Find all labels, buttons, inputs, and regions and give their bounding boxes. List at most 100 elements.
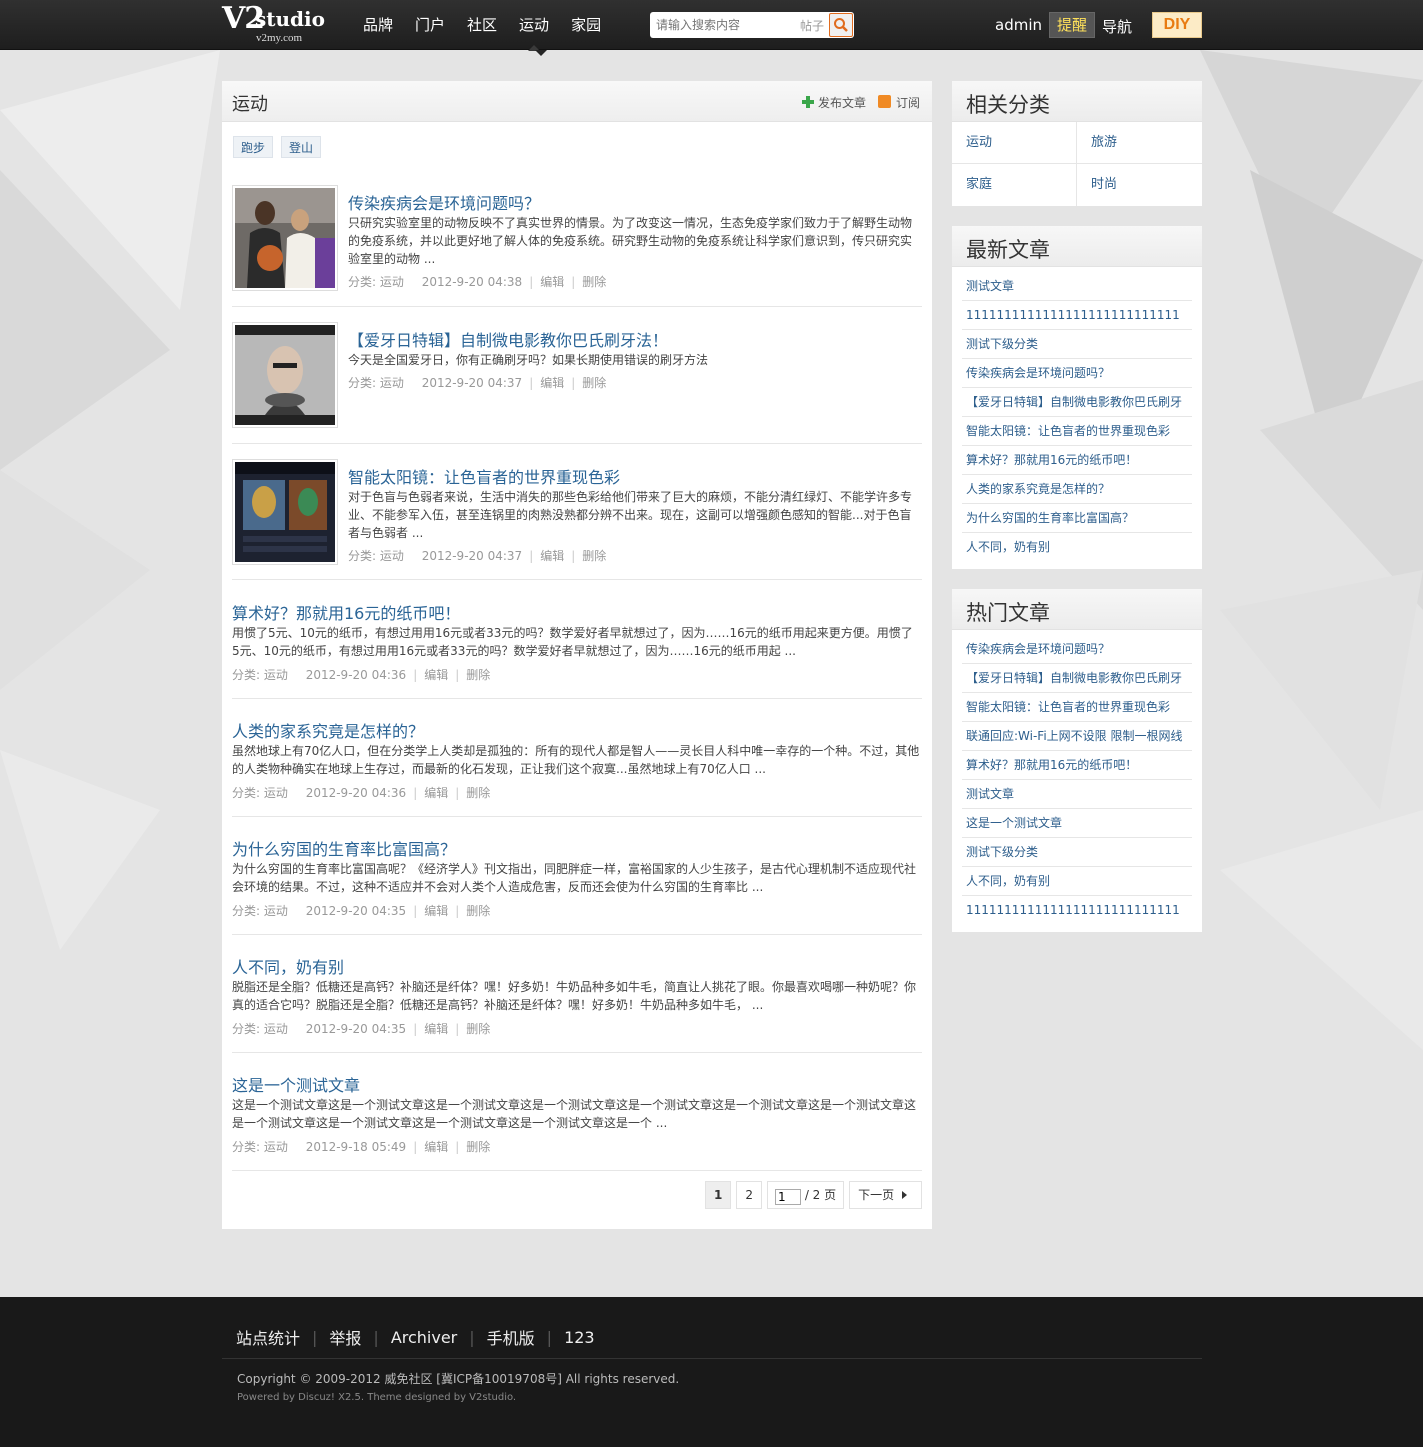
article-thumbnail[interactable] bbox=[232, 322, 338, 428]
article-summary: 脱脂还是全脂？低糖还是高钙？补脑还是纤体？嘿！好多奶！牛奶品种多如牛毛，简直让人… bbox=[232, 980, 917, 1012]
footer-link-stats[interactable]: 站点统计 bbox=[236, 1325, 300, 1349]
nav-item-home[interactable]: 家园 bbox=[560, 0, 612, 50]
guide-link[interactable]: 导航 bbox=[1102, 16, 1132, 37]
tag-running[interactable]: 跑步 bbox=[233, 136, 274, 158]
page-jump-input[interactable] bbox=[775, 1189, 801, 1205]
edit-link[interactable]: 编辑 bbox=[424, 1140, 448, 1154]
article-title[interactable]: 为什么穷国的生育率比富国高？ bbox=[232, 836, 456, 860]
article-category[interactable]: 分类: 运动 bbox=[348, 549, 404, 563]
article-title[interactable]: 【爱牙日特辑】自制微电影教你巴氏刷牙法！ bbox=[348, 327, 668, 351]
nav-item-portal[interactable]: 门户 bbox=[404, 0, 456, 50]
category-link[interactable]: 家庭 bbox=[952, 164, 1077, 206]
page-title: 运动 bbox=[232, 94, 268, 115]
hot-article-link[interactable]: 【爱牙日特辑】自制微电影教你巴氏刷牙 bbox=[962, 664, 1192, 693]
page-2-link[interactable]: 2 bbox=[736, 1181, 762, 1209]
article-thumbnail[interactable] bbox=[232, 459, 338, 565]
delete-link[interactable]: 删除 bbox=[582, 275, 606, 289]
article-title[interactable]: 人不同，奶有别 bbox=[232, 954, 344, 978]
delete-link[interactable]: 删除 bbox=[466, 1140, 490, 1154]
latest-article-link[interactable]: 算术好？那就用16元的纸币吧！ bbox=[962, 446, 1192, 475]
publish-label: 发布文章 bbox=[818, 96, 867, 110]
latest-articles-header: 最新文章 bbox=[952, 226, 1202, 267]
footer-link-archiver[interactable]: Archiver bbox=[391, 1328, 457, 1347]
hot-article-link[interactable]: 人不同，奶有别 bbox=[962, 867, 1192, 896]
footer-powered-by: Powered by Discuz! X2.5. Theme designed … bbox=[237, 1392, 517, 1403]
tag-climbing[interactable]: 登山 bbox=[281, 136, 322, 158]
footer-link-mobile[interactable]: 手机版 bbox=[487, 1325, 535, 1349]
hot-article-link[interactable]: 1111111111111111111111111111 bbox=[962, 896, 1192, 925]
list-item: 为什么穷国的生育率比富国高？ 为什么穷国的生育率比富国高呢？《经济学人》刊文指出… bbox=[232, 832, 922, 935]
latest-article-link[interactable]: 为什么穷国的生育率比富国高？ bbox=[962, 504, 1192, 533]
article-category[interactable]: 分类: 运动 bbox=[348, 275, 404, 289]
article-category[interactable]: 分类: 运动 bbox=[232, 1140, 288, 1154]
hot-article-link[interactable]: 传染疾病会是环境问题吗？ bbox=[962, 635, 1192, 664]
delete-link[interactable]: 删除 bbox=[582, 549, 606, 563]
article-thumbnail[interactable] bbox=[232, 185, 338, 291]
related-categories-grid: 运动 旅游 家庭 时尚 bbox=[952, 122, 1202, 206]
nav-item-community[interactable]: 社区 bbox=[456, 0, 508, 50]
article-title[interactable]: 传染疾病会是环境问题吗？ bbox=[348, 190, 540, 214]
latest-article-link[interactable]: 测试下级分类 bbox=[962, 330, 1192, 359]
related-categories-title: 相关分类 bbox=[966, 93, 1050, 117]
edit-link[interactable]: 编辑 bbox=[540, 549, 564, 563]
latest-article-link[interactable]: 人不同，奶有别 bbox=[962, 533, 1192, 562]
search-input[interactable] bbox=[656, 16, 796, 34]
edit-link[interactable]: 编辑 bbox=[424, 1022, 448, 1036]
edit-link[interactable]: 编辑 bbox=[540, 376, 564, 390]
latest-article-link[interactable]: 智能太阳镜：让色盲者的世界重现色彩 bbox=[962, 417, 1192, 446]
delete-link[interactable]: 删除 bbox=[466, 1022, 490, 1036]
nav-item-sports[interactable]: 运动 bbox=[508, 0, 560, 51]
delete-link[interactable]: 删除 bbox=[582, 376, 606, 390]
article-title[interactable]: 这是一个测试文章 bbox=[232, 1072, 360, 1096]
article-category[interactable]: 分类: 运动 bbox=[232, 668, 288, 682]
user-link[interactable]: admin bbox=[995, 16, 1042, 34]
article-category[interactable]: 分类: 运动 bbox=[232, 786, 288, 800]
site-logo[interactable]: V2 studio v2my.com bbox=[222, 1, 325, 47]
hot-article-link[interactable]: 测试下级分类 bbox=[962, 838, 1192, 867]
latest-article-link[interactable]: 【爱牙日特辑】自制微电影教你巴氏刷牙 bbox=[962, 388, 1192, 417]
hot-article-link[interactable]: 联通回应:Wi-Fi上网不设限 限制一根网线 bbox=[962, 722, 1192, 751]
search-type-select[interactable]: 帖子 bbox=[800, 17, 824, 34]
diy-button[interactable]: DIY bbox=[1152, 12, 1202, 38]
next-page-button[interactable]: 下一页 bbox=[849, 1181, 923, 1209]
latest-article-link[interactable]: 人类的家系究竟是怎样的？ bbox=[962, 475, 1192, 504]
hot-article-link[interactable]: 智能太阳镜：让色盲者的世界重现色彩 bbox=[962, 693, 1192, 722]
article-category[interactable]: 分类: 运动 bbox=[348, 376, 404, 390]
edit-link[interactable]: 编辑 bbox=[424, 668, 448, 682]
delete-link[interactable]: 删除 bbox=[466, 786, 490, 800]
article-meta: 分类: 运动 2012-9-20 04:35 | 编辑 | 删除 bbox=[232, 1022, 491, 1036]
hot-article-link[interactable]: 算术好？那就用16元的纸币吧！ bbox=[962, 751, 1192, 780]
latest-article-link[interactable]: 传染疾病会是环境问题吗？ bbox=[962, 359, 1192, 388]
footer-link-123[interactable]: 123 bbox=[564, 1328, 595, 1347]
delete-link[interactable]: 删除 bbox=[466, 904, 490, 918]
article-category[interactable]: 分类: 运动 bbox=[232, 1022, 288, 1036]
footer-divider: | bbox=[312, 1327, 318, 1347]
article-summary: 对于色盲与色弱者来说，生活中消失的那些色彩给他们带来了巨大的麻烦，不能分清红绿灯… bbox=[348, 490, 913, 540]
footer-link-report[interactable]: 举报 bbox=[329, 1325, 361, 1349]
article-title[interactable]: 算术好？那就用16元的纸币吧！ bbox=[232, 600, 460, 624]
remind-button[interactable]: 提醒 bbox=[1049, 12, 1095, 38]
category-link[interactable]: 运动 bbox=[952, 122, 1077, 164]
edit-link[interactable]: 编辑 bbox=[540, 275, 564, 289]
list-item: 【爱牙日特辑】自制微电影教你巴氏刷牙法！ 今天是全国爱牙日，你有正确刷牙吗？如果… bbox=[232, 322, 922, 444]
nav-item-brand[interactable]: 品牌 bbox=[352, 0, 404, 50]
latest-article-link[interactable]: 测试文章 bbox=[962, 272, 1192, 301]
page-jump: / 2 页 bbox=[767, 1181, 845, 1209]
article-category[interactable]: 分类: 运动 bbox=[232, 904, 288, 918]
delete-link[interactable]: 删除 bbox=[466, 668, 490, 682]
category-link[interactable]: 时尚 bbox=[1077, 164, 1202, 206]
subscribe-link[interactable]: 订阅 bbox=[878, 94, 920, 111]
publish-article-link[interactable]: 发布文章 bbox=[802, 94, 866, 111]
page-current[interactable]: 1 bbox=[705, 1181, 732, 1209]
hot-article-link[interactable]: 这是一个测试文章 bbox=[962, 809, 1192, 838]
pagination: 1 2 / 2 页 下一页 bbox=[705, 1181, 923, 1209]
category-link[interactable]: 旅游 bbox=[1077, 122, 1202, 164]
edit-link[interactable]: 编辑 bbox=[424, 904, 448, 918]
search-button[interactable] bbox=[829, 13, 853, 37]
hot-articles-header: 热门文章 bbox=[952, 589, 1202, 630]
article-title[interactable]: 智能太阳镜：让色盲者的世界重现色彩 bbox=[348, 464, 620, 488]
hot-article-link[interactable]: 测试文章 bbox=[962, 780, 1192, 809]
edit-link[interactable]: 编辑 bbox=[424, 786, 448, 800]
latest-article-link[interactable]: 1111111111111111111111111111 bbox=[962, 301, 1192, 330]
article-title[interactable]: 人类的家系究竟是怎样的？ bbox=[232, 718, 424, 742]
